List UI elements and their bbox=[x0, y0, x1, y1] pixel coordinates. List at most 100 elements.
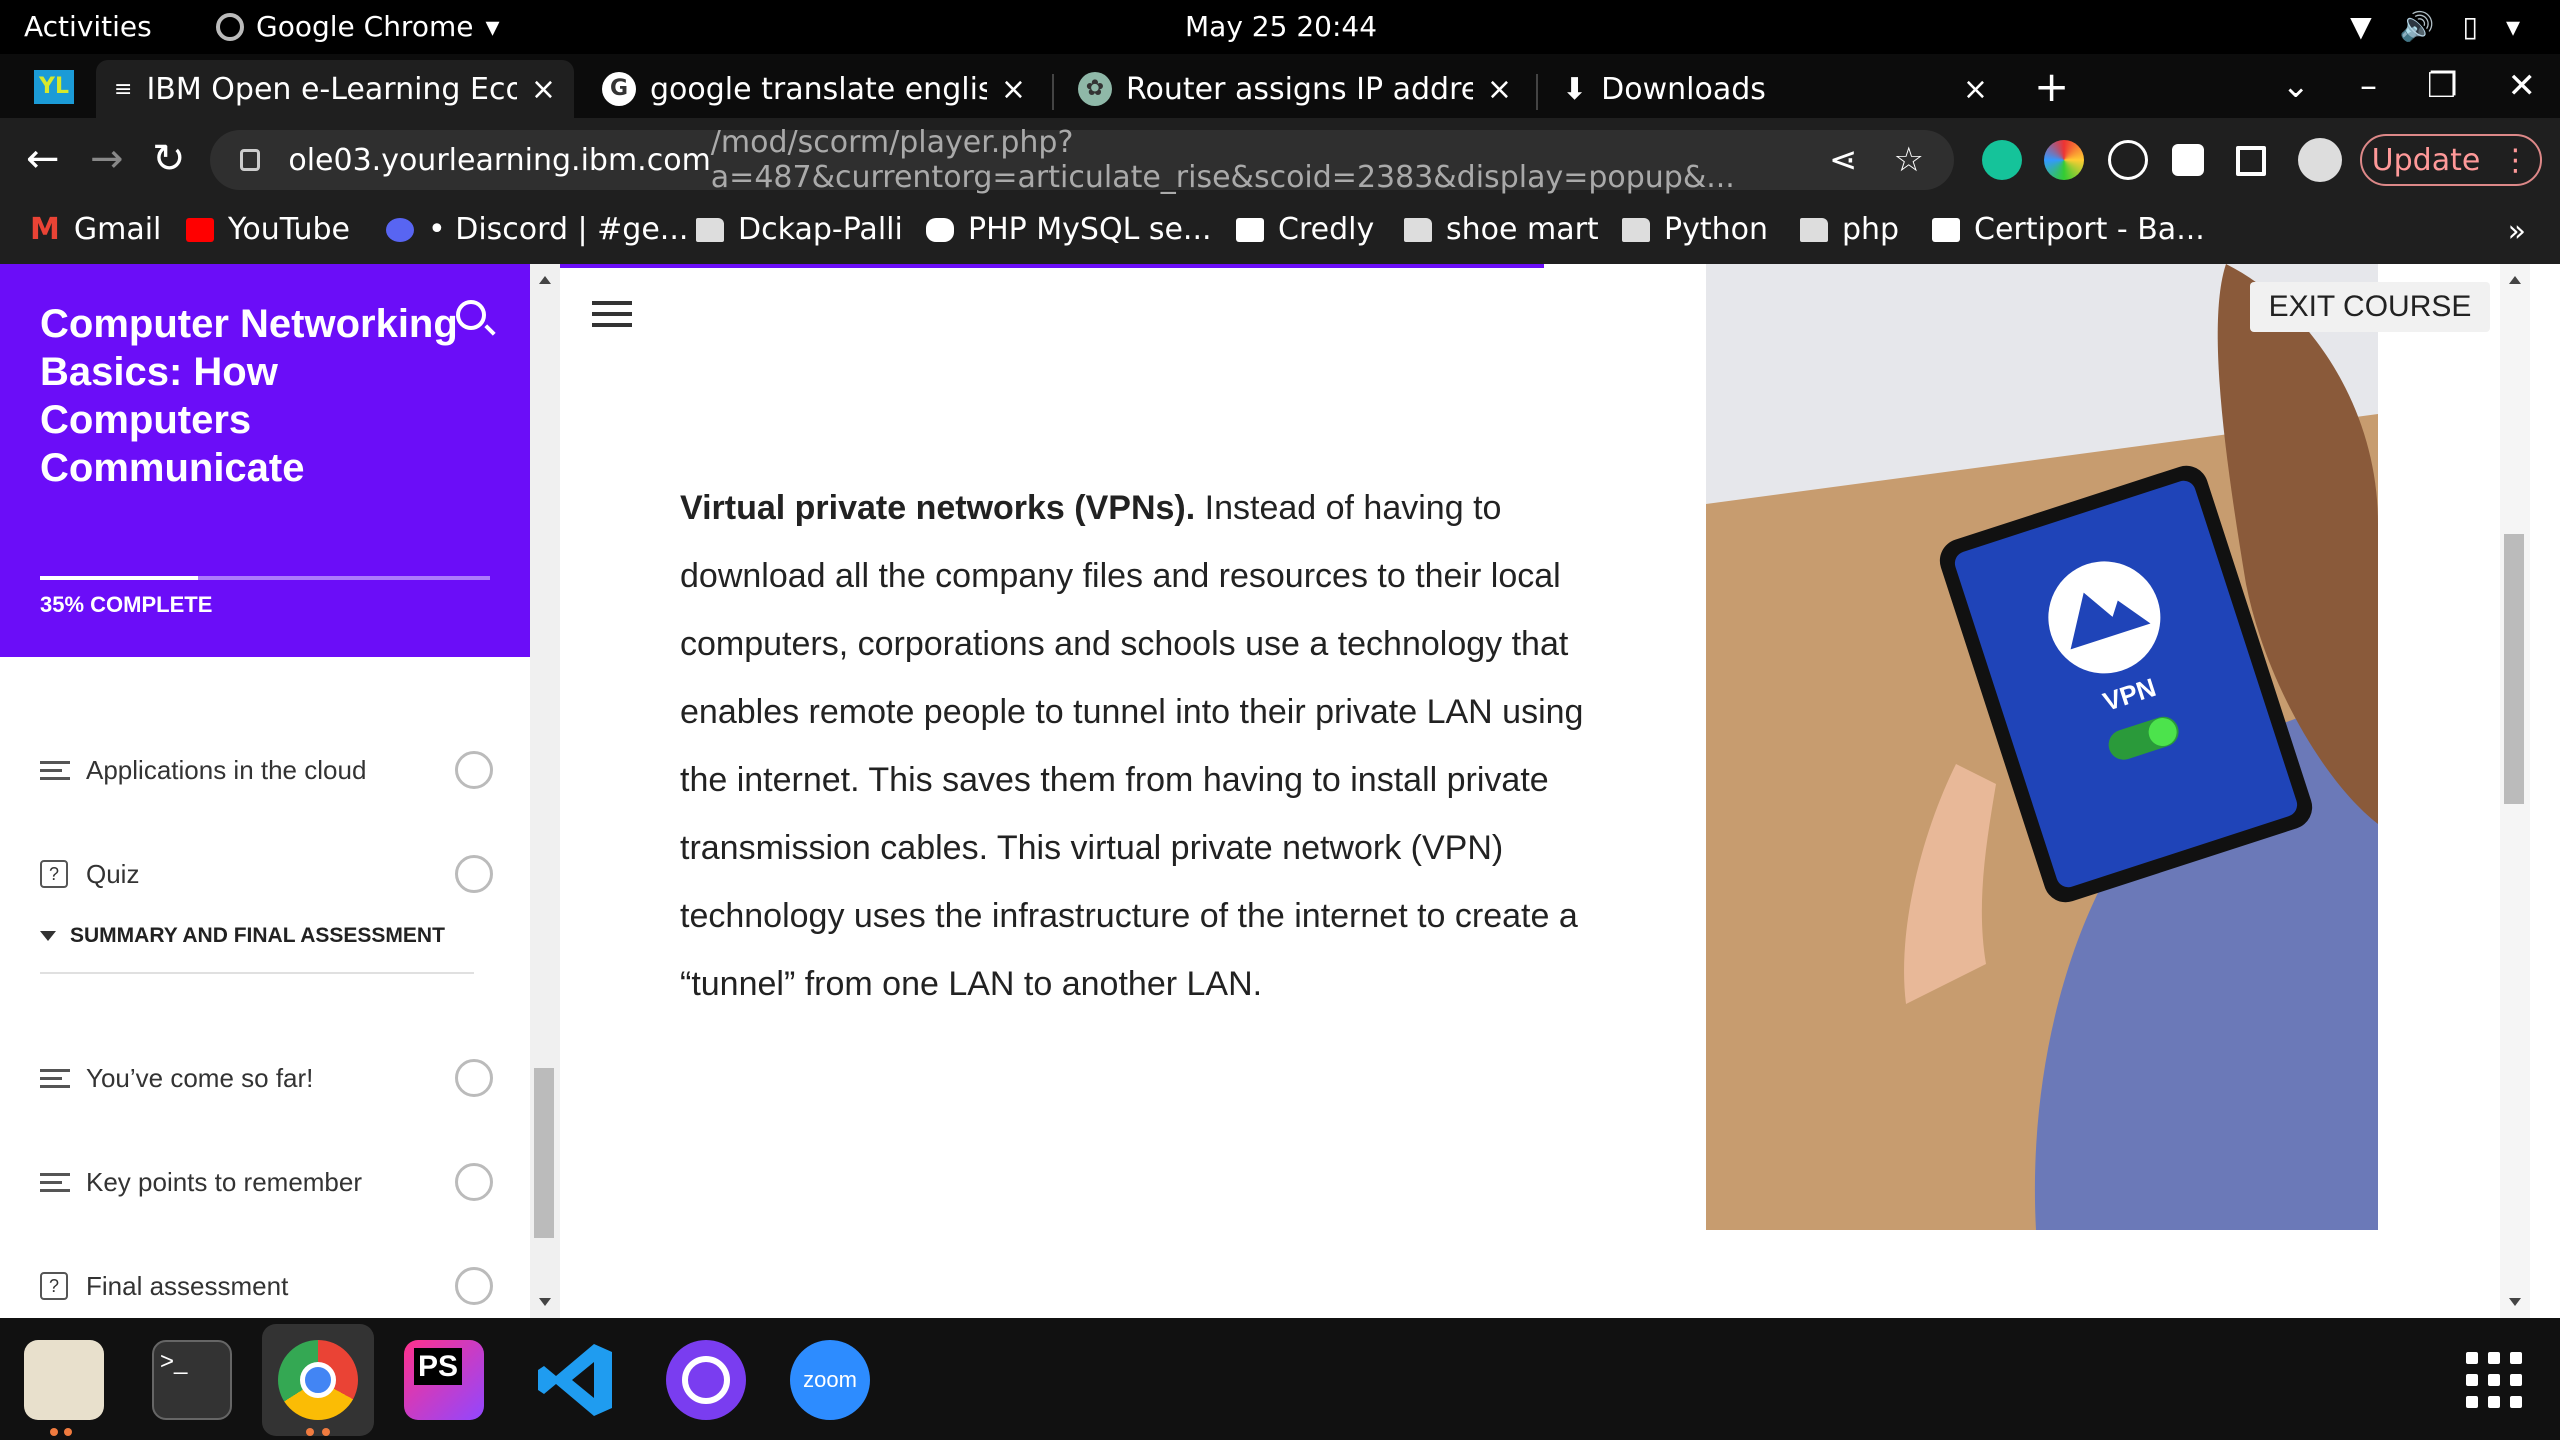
menu-icon[interactable] bbox=[592, 294, 632, 334]
app-menu-label: Google Chrome bbox=[256, 10, 474, 43]
new-tab-button[interactable]: + bbox=[2034, 62, 2069, 111]
scroll-up-icon[interactable] bbox=[2509, 276, 2521, 284]
chrome-center bbox=[300, 1362, 336, 1398]
search-icon[interactable] bbox=[456, 300, 486, 330]
extensions-puzzle-icon[interactable] bbox=[2172, 144, 2204, 176]
bookmark-php[interactable]: php bbox=[1800, 212, 1899, 247]
close-icon[interactable]: × bbox=[1487, 72, 1512, 107]
side-panel-icon[interactable] bbox=[2236, 146, 2266, 176]
vscode-app-icon[interactable] bbox=[536, 1340, 616, 1420]
tab-ibm-elearning[interactable]: ≡ IBM Open e-Learning Ecos × bbox=[96, 60, 574, 118]
close-icon[interactable]: × bbox=[1001, 72, 1026, 107]
phpstorm-label: PS bbox=[414, 1348, 463, 1385]
tab-downloads[interactable]: ⬇ Downloads × bbox=[1544, 60, 2006, 118]
close-icon[interactable]: × bbox=[1963, 72, 1988, 107]
color-picker-extension-icon[interactable] bbox=[2044, 140, 2084, 180]
lesson-text-icon bbox=[40, 1168, 70, 1197]
grammarly-extension-icon[interactable] bbox=[1982, 140, 2022, 180]
lesson-progress-line bbox=[560, 264, 1544, 268]
bookmark-label: • Discord | #ge... bbox=[428, 212, 689, 247]
lesson-content: Virtual private networks (VPNs). Instead… bbox=[560, 264, 2530, 1318]
back-icon[interactable]: ← bbox=[26, 136, 60, 182]
lesson-item[interactable]: Key points to remember bbox=[0, 1142, 500, 1222]
scrollbar-thumb[interactable] bbox=[2504, 534, 2524, 804]
share-icon[interactable]: ⋖ bbox=[1829, 140, 1858, 180]
bookmark-credly[interactable]: Credly bbox=[1236, 212, 1374, 247]
more-bookmarks-icon[interactable]: » bbox=[2508, 214, 2526, 249]
restore-icon[interactable]: ❐ bbox=[2427, 66, 2457, 106]
lesson-item[interactable]: You’ve come so far! bbox=[0, 1038, 500, 1118]
profile-avatar[interactable] bbox=[2298, 138, 2342, 182]
youtube-icon bbox=[186, 217, 214, 242]
bookmark-youtube[interactable]: YouTube bbox=[186, 212, 350, 247]
bookmark-label: php bbox=[1842, 212, 1900, 247]
lesson-item[interactable]: ? Quiz bbox=[0, 834, 500, 914]
gmail-icon: M bbox=[30, 212, 60, 247]
volume-icon: 🔊 bbox=[2399, 10, 2435, 43]
update-button[interactable]: Update ⋮ bbox=[2360, 134, 2542, 186]
bookmark-php-mysql[interactable]: PHP MySQL se... bbox=[926, 212, 1212, 247]
files-app-icon[interactable] bbox=[24, 1340, 104, 1420]
close-icon[interactable]: × bbox=[531, 72, 556, 107]
folder-icon bbox=[1622, 217, 1650, 242]
minimize-icon[interactable]: – bbox=[2360, 66, 2377, 106]
tab-router-ip[interactable]: ✿ Router assigns IP address × bbox=[1060, 60, 1530, 118]
zoom-app-icon[interactable]: zoom bbox=[790, 1340, 870, 1420]
terminal-app-icon[interactable]: >_ bbox=[152, 1340, 232, 1420]
chatgpt-favicon-icon: ✿ bbox=[1078, 72, 1112, 106]
clock[interactable]: May 25 20:44 bbox=[1185, 10, 1377, 43]
lock-icon[interactable] bbox=[240, 149, 261, 171]
tab-separator bbox=[1536, 74, 1538, 110]
running-indicator bbox=[306, 1428, 314, 1436]
scroll-down-icon[interactable] bbox=[2509, 1298, 2521, 1306]
react-devtools-icon[interactable] bbox=[2108, 140, 2148, 180]
content-scrollbar[interactable] bbox=[2500, 264, 2530, 1318]
lesson-label: Applications in the cloud bbox=[86, 754, 367, 785]
forward-icon[interactable]: → bbox=[90, 136, 124, 182]
chevron-down-icon: ▾ bbox=[2505, 10, 2520, 43]
close-window-icon[interactable]: ✕ bbox=[2508, 66, 2537, 106]
vscode-glyph bbox=[538, 1344, 612, 1416]
show-applications-icon[interactable] bbox=[2466, 1352, 2522, 1408]
bookmark-label: Certiport - Ba... bbox=[1974, 212, 2205, 247]
window-controls: ⌄ – ❐ ✕ bbox=[2282, 66, 2536, 106]
lesson-item[interactable]: Applications in the cloud bbox=[0, 730, 500, 810]
system-tray[interactable]: ▼ 🔊 ▯ ▾ bbox=[2350, 10, 2520, 43]
activities-button[interactable]: Activities bbox=[24, 10, 152, 43]
dock: >_ PS zoom bbox=[0, 1318, 2560, 1440]
screen-recorder-app-icon[interactable] bbox=[666, 1340, 746, 1420]
reload-icon[interactable]: ↻ bbox=[152, 136, 186, 182]
lesson-label: Quiz bbox=[86, 858, 140, 889]
address-bar[interactable]: ole03.yourlearning.ibm.com/mod/scorm/pla… bbox=[210, 125, 1954, 195]
scrollbar-thumb[interactable] bbox=[534, 1068, 554, 1238]
paragraph-lead: Virtual private networks (VPNs). bbox=[680, 489, 1196, 527]
credly-icon bbox=[1236, 217, 1264, 242]
exit-course-button[interactable]: EXIT COURSE bbox=[2250, 282, 2490, 332]
lesson-text-icon bbox=[40, 1064, 70, 1093]
download-icon: ⬇ bbox=[1562, 71, 1588, 107]
ibm-favicon-icon: ≡ bbox=[114, 76, 133, 102]
running-indicator bbox=[50, 1428, 58, 1436]
section-header[interactable]: SUMMARY AND FINAL ASSESSMENT bbox=[40, 924, 445, 948]
tab-search-icon[interactable]: ⌄ bbox=[2282, 66, 2311, 106]
bookmark-dckap-palli[interactable]: Dckap-Palli bbox=[696, 212, 903, 247]
bookmark-gmail[interactable]: M Gmail bbox=[30, 212, 161, 247]
yourlearning-pinned-tab-icon[interactable]: YL bbox=[34, 70, 74, 104]
bookmark-python[interactable]: Python bbox=[1622, 212, 1768, 247]
lesson-text-icon bbox=[40, 756, 70, 785]
bookmark-certiport[interactable]: Certiport - Ba... bbox=[1932, 212, 2205, 247]
scroll-down-icon[interactable] bbox=[539, 1298, 551, 1306]
lesson-item[interactable]: ? Final assessment bbox=[0, 1246, 500, 1326]
scroll-up-icon[interactable] bbox=[539, 276, 551, 284]
phpstorm-app-icon[interactable]: PS bbox=[404, 1340, 484, 1420]
tab-title: google translate english t bbox=[650, 71, 987, 107]
chrome-app-icon[interactable] bbox=[278, 1340, 358, 1420]
app-menu[interactable]: Google Chrome ▾ bbox=[216, 10, 500, 43]
bookmark-shoe-mart[interactable]: shoe mart bbox=[1404, 212, 1599, 247]
bookmark-discord[interactable]: • Discord | #ge... bbox=[386, 212, 688, 247]
bookmark-star-icon[interactable]: ☆ bbox=[1894, 140, 1924, 180]
folder-icon bbox=[1800, 217, 1828, 242]
section-title: SUMMARY AND FINAL ASSESSMENT bbox=[70, 924, 445, 947]
sidebar-scrollbar[interactable] bbox=[530, 264, 560, 1318]
tab-google-translate[interactable]: G google translate english t × bbox=[584, 60, 1044, 118]
